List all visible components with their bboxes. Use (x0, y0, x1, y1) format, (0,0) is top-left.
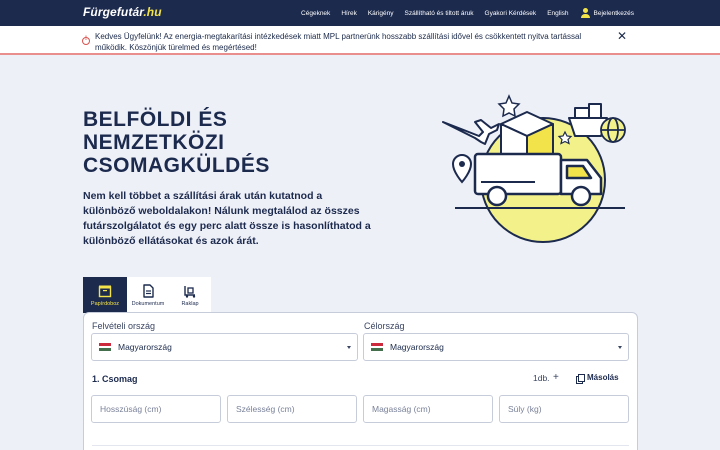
height-input[interactable]: Magasság (cm) (363, 395, 493, 423)
pallet-icon (184, 285, 196, 298)
destination-country-select[interactable]: Magyarország (363, 333, 629, 361)
copy-package-button[interactable]: Másolás (576, 373, 619, 384)
shipping-form: Felvételi ország Magyarország Célország … (83, 312, 638, 450)
airplane-icon (442, 119, 500, 145)
nav-link-english[interactable]: English (547, 10, 568, 17)
hungary-flag-icon (99, 343, 111, 352)
document-icon (143, 283, 154, 298)
origin-country-select[interactable]: Magyarország (91, 333, 358, 361)
destination-country-label: Célország (364, 321, 405, 331)
copy-icon (576, 373, 585, 384)
nav-link-goods[interactable]: Szállítható és tiltott áruk (405, 10, 474, 17)
copy-label: Másolás (587, 373, 619, 382)
tab-pallet-label: Raklap (181, 300, 199, 307)
tab-box-label: Papírdoboz (90, 300, 120, 307)
width-input[interactable]: Szélesség (cm) (227, 395, 357, 423)
nav-link-claims[interactable]: Kárigény (368, 10, 394, 17)
package-quantity: 1db. (533, 373, 550, 383)
hero-title: BELFÖLDI ÉS NEMZETKÖZI CSOMAGKÜLDÉS (83, 108, 343, 177)
origin-country-label: Felvételi ország (92, 321, 156, 331)
tab-box[interactable]: Papírdoboz (83, 277, 127, 313)
hero-title-line-2: NEMZETKÖZI (83, 131, 225, 154)
nav-link-news[interactable]: Hírek (341, 10, 357, 17)
origin-country-value: Magyarország (118, 342, 172, 352)
tab-document[interactable]: Dokumentum (127, 277, 169, 313)
location-pin-icon (451, 154, 473, 184)
hero-title-line-1: BELFÖLDI ÉS (83, 108, 228, 131)
tab-document-label: Dokumentum (131, 300, 165, 307)
hero-title-line-3: CSOMAGKÜLDÉS (83, 154, 270, 177)
destination-country-value: Magyarország (390, 342, 444, 352)
add-package-button[interactable]: + (553, 372, 559, 383)
nav-link-faq[interactable]: Gyakori Kérdések (485, 10, 537, 17)
length-input[interactable]: Hosszúság (cm) (91, 395, 221, 423)
tab-pallet[interactable]: Raklap (169, 277, 211, 313)
hero-description: Nem kell többet a szállítási árak után k… (83, 190, 371, 247)
nav-links: Cégeknek Hírek Kárigény Szállítható és t… (290, 0, 634, 26)
chevron-down-icon (347, 346, 351, 349)
hungary-flag-icon (371, 343, 383, 352)
weight-input[interactable]: Súly (kg) (499, 395, 629, 423)
alert-icon (82, 36, 90, 45)
divider (92, 445, 629, 446)
delivery-illustration (442, 94, 626, 243)
top-nav: Fürgefutár.hu Cégeknek Hírek Kárigény Sz… (0, 0, 720, 26)
nav-link-businesses[interactable]: Cégeknek (301, 10, 330, 17)
box-icon (98, 285, 112, 297)
close-icon[interactable]: ✕ (617, 29, 627, 43)
notice-text: Kedves Ügyfelünk! Az energia-megtakarítá… (95, 32, 582, 52)
login-label: Bejelentkezés (593, 9, 634, 17)
login-link[interactable]: Bejelentkezés (580, 8, 634, 18)
package-title: 1. Csomag (92, 374, 138, 384)
site-logo[interactable]: Fürgefutár.hu (83, 5, 162, 19)
chevron-down-icon (618, 346, 622, 349)
shipment-type-tabs: Papírdoboz Dokumentum Raklap (83, 277, 211, 313)
notice-banner: Kedves Ügyfelünk! Az energia-megtakarítá… (0, 26, 720, 55)
globe-icon (600, 117, 626, 143)
user-icon (580, 8, 590, 18)
